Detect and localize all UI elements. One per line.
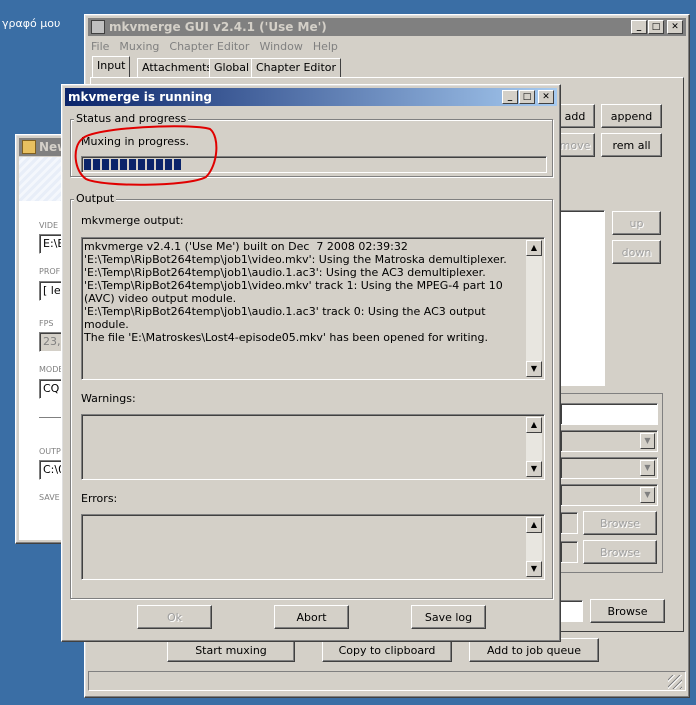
menubar: File Muxing Chapter Editor Window Help <box>91 40 338 53</box>
errors-box[interactable]: ▲ ▼ <box>81 514 545 580</box>
scroll-up-icon[interactable]: ▲ <box>526 417 542 433</box>
tab-input[interactable]: Input <box>92 56 131 78</box>
maximize-button[interactable]: □ <box>648 20 664 34</box>
chevron-down-icon[interactable]: ▼ <box>640 487 655 503</box>
save-label: SAVE <box>39 493 60 502</box>
output-browse-button[interactable]: Browse <box>590 599 665 623</box>
minimize-button[interactable]: _ <box>631 20 647 34</box>
track-name-field[interactable] <box>560 403 658 425</box>
close-button[interactable]: ✕ <box>538 90 554 104</box>
output-log[interactable]: mkvmerge v2.4.1 ('Use Me') built on Dec … <box>81 237 545 380</box>
menu-window[interactable]: Window <box>259 40 302 53</box>
mkvmerge-output-label: mkvmerge output: <box>81 214 184 227</box>
remove-button[interactable]: move <box>555 133 595 157</box>
window-title: mkvmerge GUI v2.4.1 ('Use Me') <box>109 20 327 34</box>
menu-chapter-editor[interactable]: Chapter Editor <box>169 40 249 53</box>
minimize-button[interactable]: _ <box>502 90 518 104</box>
ok-button[interactable]: Ok <box>137 605 212 629</box>
resize-grip-icon[interactable] <box>668 675 682 689</box>
chevron-down-icon[interactable]: ▼ <box>640 433 655 449</box>
tab-global[interactable]: Global <box>209 58 255 78</box>
append-button[interactable]: append <box>601 104 662 128</box>
dialog-titlebar[interactable]: mkvmerge is running _ □ ✕ <box>65 88 557 106</box>
chevron-down-icon[interactable]: ▼ <box>640 460 655 476</box>
status-bar <box>88 671 686 691</box>
save-log-button[interactable]: Save log <box>411 605 486 629</box>
up-button[interactable]: up <box>612 211 661 235</box>
default-track-select[interactable]: ▼ <box>560 457 658 479</box>
scroll-down-icon[interactable]: ▼ <box>526 461 542 477</box>
dialog-title: mkvmerge is running <box>68 90 212 104</box>
app-icon <box>22 140 36 154</box>
scroll-up-icon[interactable]: ▲ <box>526 517 542 533</box>
desktop-icon-label[interactable]: γραφό μου <box>2 17 60 30</box>
menu-muxing[interactable]: Muxing <box>119 40 159 53</box>
fps-label: FPS <box>39 319 54 328</box>
abort-button[interactable]: Abort <box>274 605 349 629</box>
cues-select[interactable]: ▼ <box>560 484 658 506</box>
timecodes-browse-button[interactable]: Browse <box>583 540 657 564</box>
errors-label: Errors: <box>81 492 118 505</box>
output-label: OUTP <box>39 447 61 456</box>
scroll-down-icon[interactable]: ▼ <box>526 361 542 377</box>
warnings-label: Warnings: <box>81 392 136 405</box>
tab-chapter-editor[interactable]: Chapter Editor <box>251 58 342 78</box>
language-select[interactable]: ▼ <box>560 430 658 452</box>
output-log-scrollbar[interactable]: ▲ ▼ <box>526 240 542 377</box>
output-group: Output mkvmerge output: mkvmerge v2.4.1 … <box>70 192 553 599</box>
add-button[interactable]: add <box>555 104 595 128</box>
errors-scrollbar[interactable]: ▲ ▼ <box>526 517 542 577</box>
mkvmerge-running-dialog[interactable]: mkvmerge is running _ □ ✕ Status and pro… <box>61 84 561 642</box>
tags-field[interactable] <box>560 512 578 534</box>
window-controls: _ □ ✕ <box>630 20 683 34</box>
timecodes-field[interactable] <box>560 541 578 563</box>
profile-label: PROF <box>39 267 61 276</box>
dialog-window-controls: _ □ ✕ <box>501 90 554 104</box>
maximize-button[interactable]: □ <box>519 90 535 104</box>
mkvmerge-gui-titlebar[interactable]: mkvmerge GUI v2.4.1 ('Use Me') _ □ ✕ <box>88 18 686 36</box>
down-button[interactable]: down <box>612 240 661 264</box>
menu-file[interactable]: File <box>91 40 109 53</box>
mode-field-value: CQ <box>43 382 60 395</box>
video-label: VIDE <box>39 221 59 230</box>
remove-all-button[interactable]: rem all <box>601 133 662 157</box>
scroll-down-icon[interactable]: ▼ <box>526 561 542 577</box>
warnings-scrollbar[interactable]: ▲ ▼ <box>526 417 542 477</box>
output-log-text: mkvmerge v2.4.1 ('Use Me') built on Dec … <box>84 240 507 344</box>
tab-attachments[interactable]: Attachments <box>137 58 218 78</box>
warnings-box[interactable]: ▲ ▼ <box>81 414 545 480</box>
scroll-up-icon[interactable]: ▲ <box>526 240 542 256</box>
tracks-list[interactable] <box>555 210 605 386</box>
app-icon <box>91 20 105 34</box>
menu-help[interactable]: Help <box>313 40 338 53</box>
output-group-label: Output <box>74 192 117 205</box>
annotation-circle <box>74 125 218 186</box>
tags-browse-button[interactable]: Browse <box>583 511 657 535</box>
close-button[interactable]: ✕ <box>667 20 683 34</box>
mode-label: MODE <box>39 365 64 374</box>
